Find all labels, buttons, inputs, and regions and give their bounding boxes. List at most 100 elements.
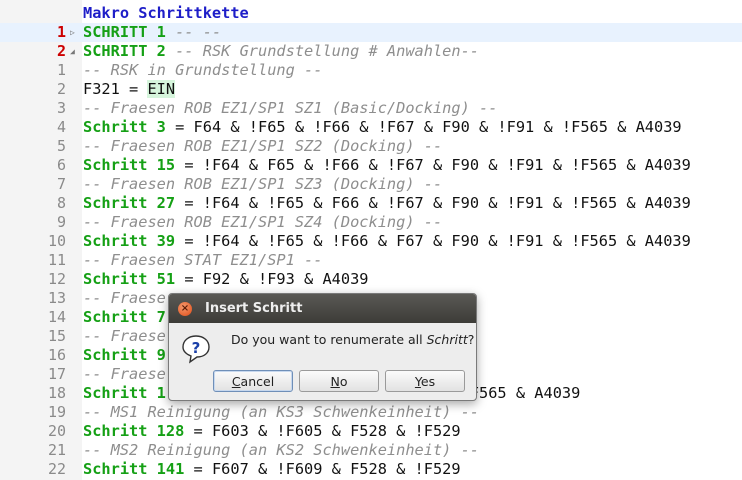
code-text: -- RSK in Grundstellung -- (83, 61, 322, 80)
code-token: Schritt 1 (83, 384, 166, 402)
code-text: Schritt 128 = F603 & !F605 & F528 & !F52… (83, 422, 461, 441)
code-text: Schritt 9 (83, 346, 166, 365)
line-number: 1 (56, 61, 66, 79)
code-text: -- Fraese (83, 327, 166, 346)
dialog-message-suffix: ? (467, 332, 475, 347)
code-line[interactable]: 11 -- Fraesen STAT EZ1/SP1 -- (0, 251, 742, 270)
code-token: Schritt 141 (83, 460, 185, 478)
editor-header: Makro Schrittkette (83, 4, 249, 22)
code-token: EIN (147, 80, 176, 98)
code-line[interactable]: 2 ◢ SCHRITT 2 -- RSK Grundstellung # Anwah… (0, 42, 742, 61)
dialog-titlebar[interactable]: × Insert Schritt (169, 294, 476, 323)
code-line[interactable]: 6 Schritt 15 = !F64 & F65 & !F66 & !F67 &… (0, 156, 742, 175)
code-line[interactable]: 19 -- MS1 Reinigung (an KS3 Schwenkeinhei… (0, 403, 742, 422)
dialog-message-prefix: Do you want to renumerate all (231, 332, 427, 347)
line-number: 13 (47, 289, 66, 307)
no-button[interactable]: No (299, 370, 379, 392)
code-text: -- Fraesen ROB EZ1/SP1 SZ3 (Docking) -- (83, 175, 442, 194)
code-token: -- Fraesen ROB EZ1/SP1 SZ3 (Docking) -- (83, 175, 443, 193)
code-line[interactable]: 9 -- Fraesen ROB EZ1/SP1 SZ4 (Docking) -- (0, 213, 742, 232)
line-number: 8 (56, 194, 66, 212)
code-text: Schritt 7 (83, 308, 166, 327)
line-number: 21 (47, 441, 66, 459)
dialog-message-emphasis: Schritt (426, 332, 468, 347)
code-text: Schritt 27 = !F64 & !F65 & F66 & !F67 & … (83, 194, 691, 213)
line-number: 6 (56, 156, 66, 174)
dialog-title: Insert Schritt (205, 301, 303, 316)
code-text: -- Fraesen ROB EZ1/SP1 SZ2 (Docking) -- (83, 137, 442, 156)
dialog-message: Do you want to renumerate all Schritt? (231, 332, 474, 347)
fold-expand-icon[interactable]: ▷ (70, 23, 80, 42)
code-line[interactable]: 1 ▷ SCHRITT 1 -- -- (0, 23, 742, 42)
code-text: -- MS2 Reinigung (an KS2 Schwenkeinheit)… (83, 441, 479, 460)
line-number: 3 (56, 99, 66, 117)
code-line[interactable]: 22 Schritt 141 = F607 & !F609 & F528 & !F… (0, 460, 742, 479)
code-token: -- RSK in Grundstellung -- (83, 61, 323, 79)
code-line[interactable]: 1 -- RSK in Grundstellung -- (0, 61, 742, 80)
svg-text:?: ? (192, 339, 201, 357)
code-text: Schritt 39 = !F64 & !F65 & !F66 & F67 & … (83, 232, 691, 251)
code-token: Schritt 3 (83, 118, 166, 136)
code-token: = !F64 & F65 & !F66 & !F67 & F90 & !F91 … (175, 156, 691, 174)
editor-header-line: Makro Schrittkette (0, 4, 742, 23)
code-token: -- RSK Grundstellung # Anwahlen-- (165, 42, 480, 60)
line-number: 7 (56, 175, 66, 193)
code-token: -- Fraese (83, 289, 166, 307)
line-number: 5 (56, 137, 66, 155)
line-number: 19 (47, 403, 66, 421)
line-number: 20 (47, 422, 66, 440)
code-text: SCHRITT 2 -- RSK Grundstellung # Anwahle… (83, 42, 479, 61)
code-line[interactable]: 8 Schritt 27 = !F64 & !F65 & F66 & !F67 &… (0, 194, 742, 213)
code-text: -- Fraesen STAT EZ1/SP1 -- (83, 251, 322, 270)
fold-collapse-icon[interactable]: ◢ (70, 42, 80, 61)
code-token: Schritt 51 (83, 270, 176, 288)
code-token: -- Fraesen ROB EZ1/SP1 SZ4 (Docking) -- (83, 213, 443, 231)
code-line[interactable]: 21 -- MS2 Reinigung (an KS2 Schwenkeinhei… (0, 441, 742, 460)
line-number: 2 (56, 80, 66, 98)
line-number: 14 (47, 308, 66, 326)
code-text: -- Fraese (83, 365, 166, 384)
cancel-mnemonic: C (231, 374, 241, 389)
line-number: 10 (47, 232, 66, 250)
code-line[interactable]: 12 Schritt 51 = F92 & !F93 & A4039 (0, 270, 742, 289)
code-token: SCHRITT 2 (83, 42, 166, 60)
code-token: Schritt 128 (83, 422, 185, 440)
code-line[interactable]: 4 Schritt 3 = F64 & !F65 & !F66 & !F67 & … (0, 118, 742, 137)
line-number: 11 (47, 251, 66, 269)
code-token: Schritt 39 (83, 232, 176, 250)
yes-label: es (420, 374, 436, 389)
code-text: Schritt 3 = F64 & !F65 & !F66 & !F67 & F… (83, 118, 682, 137)
close-icon[interactable]: × (178, 302, 192, 316)
code-line[interactable]: 5 -- Fraesen ROB EZ1/SP1 SZ2 (Docking) -- (0, 137, 742, 156)
cancel-button[interactable]: Cancel (213, 370, 293, 392)
line-number: 22 (47, 460, 66, 478)
line-number: 12 (47, 270, 66, 288)
code-token: Schritt 7 (83, 308, 166, 326)
cancel-label: ancel (240, 374, 275, 389)
code-line[interactable]: 10 Schritt 39 = !F64 & !F65 & !F66 & F67 … (0, 232, 742, 251)
code-text: F321 = EIN (83, 80, 176, 99)
code-token: = F607 & !F609 & F528 & !F529 (184, 460, 461, 478)
code-line[interactable]: 3 -- Fraesen ROB EZ1/SP1 SZ1 (Basic/Docki… (0, 99, 742, 118)
code-token: -- Fraesen STAT EZ1/SP1 -- (83, 251, 323, 269)
line-number: 15 (47, 327, 66, 345)
no-label: o (339, 374, 348, 389)
question-icon: ? (182, 335, 210, 364)
code-line[interactable]: 2 F321 = EIN (0, 80, 742, 99)
code-token: -- Fraese (83, 327, 166, 345)
code-token: -- MS2 Reinigung (an KS2 Schwenkeinheit)… (83, 441, 480, 459)
insert-schritt-dialog: × Insert Schritt ? Do you want to renume… (168, 293, 477, 401)
code-token: Schritt 9 (83, 346, 166, 364)
line-number: 16 (47, 346, 66, 364)
yes-button[interactable]: Yes (385, 370, 465, 392)
code-token: = F64 & !F65 & !F66 & !F67 & F90 & !F91 … (165, 118, 682, 136)
code-line[interactable]: 7 -- Fraesen ROB EZ1/SP1 SZ3 (Docking) -- (0, 175, 742, 194)
code-text: SCHRITT 1 -- -- (83, 23, 221, 42)
code-token: F321 = (83, 80, 148, 98)
code-token: = F603 & !F605 & F528 & !F529 (184, 422, 461, 440)
code-text: -- Fraesen ROB EZ1/SP1 SZ4 (Docking) -- (83, 213, 442, 232)
code-token: -- Fraese (83, 365, 166, 383)
code-token: Schritt 27 (83, 194, 176, 212)
code-line[interactable]: 20 Schritt 128 = F603 & !F605 & F528 & !F… (0, 422, 742, 441)
code-text: -- Fraesen ROB EZ1/SP1 SZ1 (Basic/Dockin… (83, 99, 497, 118)
